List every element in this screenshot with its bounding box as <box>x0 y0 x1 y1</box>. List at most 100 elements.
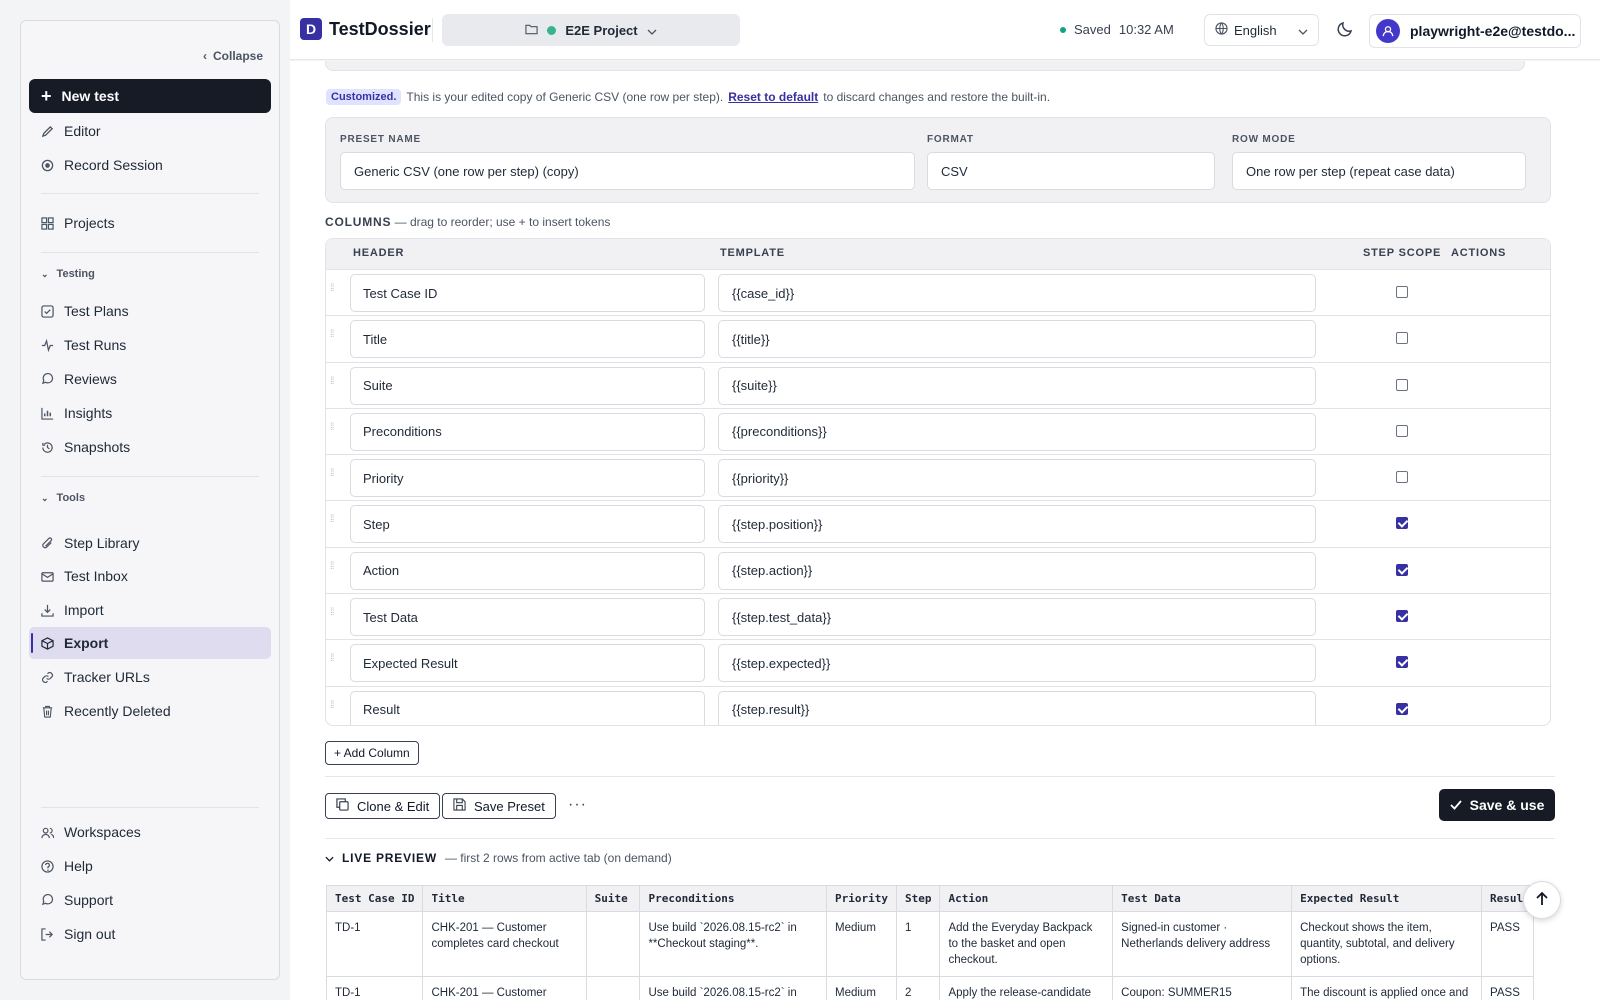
column-header-input[interactable]: Action <box>350 551 705 590</box>
moon-icon[interactable] <box>1336 20 1356 40</box>
sidebar-item-insights[interactable]: Insights <box>29 397 271 429</box>
columns-heading: COLUMNS — drag to reorder; use + to inse… <box>325 215 610 229</box>
sidebar-item-import[interactable]: Import <box>29 594 271 626</box>
drag-handle-icon[interactable]: ⁞⁞ <box>330 469 340 479</box>
preset-name-input[interactable]: Generic CSV (one row per step) (copy) <box>340 152 915 190</box>
preview-cell: Coupon: SUMMER15 <box>1112 976 1293 1000</box>
column-template-input[interactable]: {{step.test_data}} <box>718 598 1316 637</box>
column-template-input[interactable]: {{step.position}} <box>718 505 1316 544</box>
drag-handle-icon[interactable]: ⁞⁞ <box>330 376 340 386</box>
project-selector[interactable]: E2E Project <box>442 14 740 46</box>
drag-handle-icon[interactable]: ⁞⁞ <box>330 561 340 571</box>
drag-handle-icon[interactable]: ⁞⁞ <box>330 700 340 710</box>
preview-cell: The discount is applied once and the ord… <box>1291 976 1483 1000</box>
sidebar-item-recently-deleted[interactable]: Recently Deleted <box>29 695 271 727</box>
section-testing-toggle[interactable]: ⌄ Testing <box>41 268 95 280</box>
column-template-input[interactable]: {{case_id}} <box>718 274 1316 312</box>
columns-hint: — drag to reorder; use + to insert token… <box>394 215 611 229</box>
divider <box>325 776 1555 777</box>
step-scope-checkbox[interactable] <box>1396 378 1408 391</box>
column-header-input[interactable]: Preconditions <box>350 412 705 451</box>
language-value: English <box>1234 22 1277 38</box>
sidebar-item-snapshots[interactable]: Snapshots <box>29 431 271 463</box>
column-template-input[interactable]: {{step.expected}} <box>718 644 1316 683</box>
sidebar-item-label: Test Inbox <box>64 568 128 584</box>
step-scope-checkbox[interactable] <box>1396 610 1408 623</box>
folder-icon <box>525 23 538 38</box>
column-template-input[interactable]: {{preconditions}} <box>718 412 1316 451</box>
app-logo[interactable]: D TestDossier <box>300 18 431 40</box>
step-scope-checkbox[interactable] <box>1396 563 1408 576</box>
paperclip-icon <box>40 536 54 550</box>
sidebar-item-workspaces[interactable]: Workspaces <box>29 816 271 848</box>
column-header-input[interactable]: Expected Result <box>350 644 705 683</box>
section-heading: Testing <box>56 268 95 280</box>
sidebar-item-projects[interactable]: Projects <box>29 207 271 239</box>
column-template-input[interactable]: {{step.action}} <box>718 551 1316 590</box>
step-scope-checkbox[interactable] <box>1396 286 1408 298</box>
section-tools-toggle[interactable]: ⌄ Tools <box>41 492 85 504</box>
drag-handle-icon[interactable]: ⁞⁞ <box>330 608 340 618</box>
row-mode-select[interactable]: One row per step (repeat case data) <box>1232 152 1526 190</box>
column-header-input[interactable]: Priority <box>350 459 705 498</box>
column-header-input[interactable]: Test Data <box>350 598 705 637</box>
chevron-down-icon <box>325 851 334 865</box>
user-menu[interactable]: playwright-e2e@testdo... <box>1369 14 1581 48</box>
sidebar-item-editor[interactable]: Editor <box>29 115 271 147</box>
format-select[interactable]: CSV <box>927 152 1215 190</box>
live-preview-toggle[interactable]: LIVE PREVIEW — first 2 rows from active … <box>325 851 672 865</box>
sidebar-item-record-session[interactable]: Record Session <box>29 149 271 181</box>
step-scope-checkbox[interactable] <box>1396 702 1408 715</box>
column-template-input[interactable]: {{title}} <box>718 320 1316 359</box>
reset-to-default-link[interactable]: Reset to default <box>728 90 818 104</box>
step-scope-checkbox[interactable] <box>1396 471 1408 484</box>
preview-cell: 1 <box>896 911 941 977</box>
save-and-use-button[interactable]: Save & use <box>1439 789 1555 821</box>
template-column-heading: TEMPLATE <box>720 247 785 259</box>
preview-cell: Checkout shows the item, quantity, subto… <box>1291 911 1483 977</box>
drag-handle-icon[interactable]: ⁞⁞ <box>330 284 340 294</box>
drag-handle-icon[interactable]: ⁞⁞ <box>330 515 340 525</box>
sidebar-item-support[interactable]: Support <box>29 884 271 916</box>
column-template-input[interactable]: {{step.result}} <box>718 690 1316 725</box>
drag-handle-icon[interactable]: ⁞⁞ <box>330 654 340 664</box>
drag-handle-icon[interactable]: ⁞⁞ <box>330 330 340 340</box>
more-options-icon[interactable]: ··· <box>568 796 587 814</box>
column-header-input[interactable]: Test Case ID <box>350 274 705 312</box>
step-scope-checkbox[interactable] <box>1396 424 1408 437</box>
step-scope-checkbox[interactable] <box>1396 332 1408 345</box>
preview-cell: TD-1 <box>326 976 424 1000</box>
logout-icon <box>40 927 54 941</box>
column-template-input[interactable]: {{priority}} <box>718 459 1316 498</box>
sidebar-item-reviews[interactable]: Reviews <box>29 363 271 395</box>
collapse-button[interactable]: ‹ Collapse <box>203 49 263 63</box>
sidebar-item-tracker-urls[interactable]: Tracker URLs <box>29 661 271 693</box>
language-select[interactable]: English <box>1204 14 1319 46</box>
sidebar-item-test-inbox[interactable]: Test Inbox <box>29 560 271 592</box>
step-scope-checkbox[interactable] <box>1396 517 1408 530</box>
column-header-input[interactable]: Suite <box>350 366 705 405</box>
column-template-input[interactable]: {{suite}} <box>718 366 1316 405</box>
preview-cell: CHK-201 — Customer completes card checko… <box>422 976 587 1000</box>
drag-handle-icon[interactable]: ⁞⁞ <box>330 422 340 432</box>
divider <box>41 476 259 477</box>
column-header-input[interactable]: Title <box>350 320 705 359</box>
sidebar-item-step-library[interactable]: Step Library <box>29 527 271 559</box>
step-scope-checkbox[interactable] <box>1396 656 1408 669</box>
activity-icon <box>40 338 54 352</box>
new-test-button[interactable]: + New test <box>29 79 271 113</box>
sidebar-item-export[interactable]: Export <box>29 627 271 659</box>
sidebar-item-test-plans[interactable]: Test Plans <box>29 295 271 327</box>
sidebar-item-help[interactable]: Help <box>29 850 271 882</box>
scroll-to-top-button[interactable] <box>1523 881 1561 919</box>
column-header-input[interactable]: Step <box>350 505 705 544</box>
sidebar-item-sign-out[interactable]: Sign out <box>29 918 271 950</box>
clone-edit-button[interactable]: Clone & Edit <box>325 793 441 819</box>
sidebar-item-test-runs[interactable]: Test Runs <box>29 329 271 361</box>
preview-cell: Signed-in customer · Netherlands deliver… <box>1112 911 1293 977</box>
column-header-input[interactable]: Result <box>350 690 705 725</box>
column-row: ⁞⁞ Result {{step.result}} <box>326 687 1550 725</box>
add-column-button[interactable]: + Add Column <box>325 741 419 765</box>
chevron-down-icon <box>647 23 657 38</box>
save-preset-button[interactable]: Save Preset <box>442 793 556 819</box>
